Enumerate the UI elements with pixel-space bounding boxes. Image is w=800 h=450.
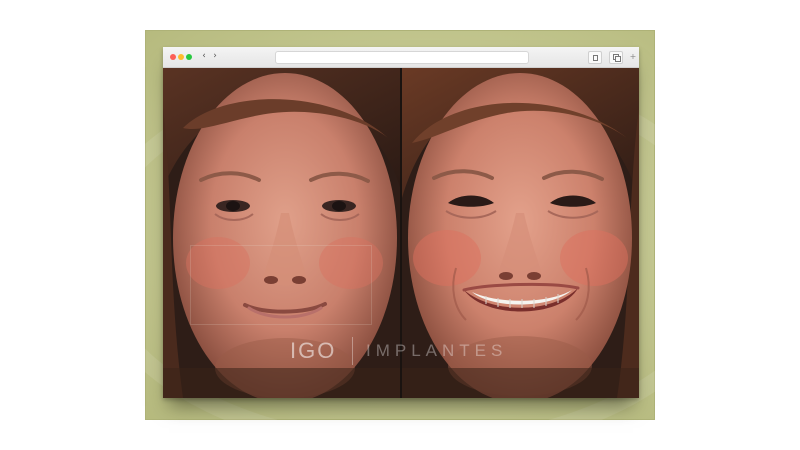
address-bar[interactable] xyxy=(275,51,529,64)
watermark-brand: IGO xyxy=(290,338,337,363)
stage: ‹ › + IGO IMPLANTES xyxy=(0,0,800,450)
back-icon[interactable]: ‹ xyxy=(199,51,209,62)
watermark-suffix: IMPLANTES xyxy=(366,341,508,360)
watermark-separator xyxy=(352,337,353,365)
before-photo xyxy=(163,68,400,398)
browser-toolbar: ‹ › + xyxy=(163,47,639,68)
minimize-window-button[interactable] xyxy=(178,54,184,60)
add-tab-icon[interactable]: + xyxy=(629,52,637,61)
watermark-frame xyxy=(190,245,372,325)
forward-icon[interactable]: › xyxy=(210,51,220,62)
tabs-icon[interactable] xyxy=(609,51,623,64)
share-icon[interactable] xyxy=(588,51,602,64)
zoom-window-button[interactable] xyxy=(186,54,192,60)
close-window-button[interactable] xyxy=(170,54,176,60)
